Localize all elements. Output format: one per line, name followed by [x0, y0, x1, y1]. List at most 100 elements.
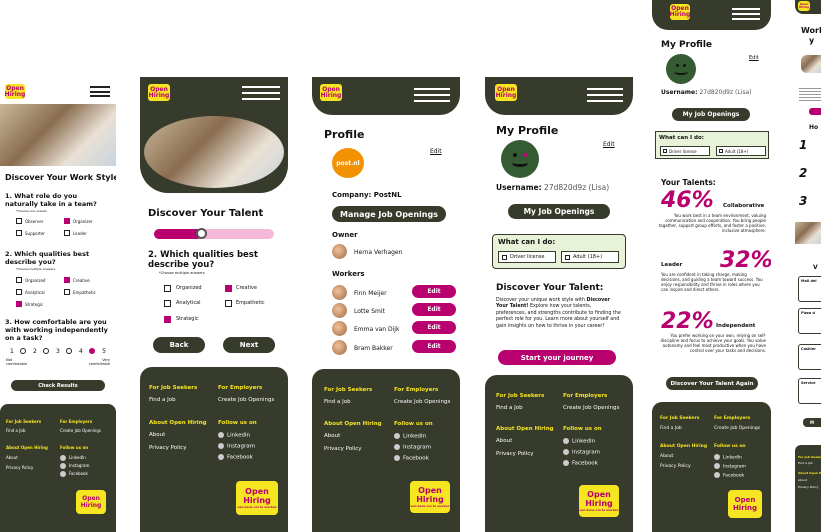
q1-observer-checkbox[interactable] [16, 218, 22, 224]
user-avatar[interactable] [666, 54, 696, 84]
menu-icon[interactable] [242, 86, 280, 100]
radio-1[interactable] [20, 348, 27, 354]
q2-analytical-checkbox[interactable] [16, 289, 22, 295]
footer-facebook[interactable]: Facebook [394, 455, 429, 462]
adult-checkbox[interactable] [719, 149, 723, 153]
page-title-fragment-2: y [809, 36, 815, 45]
footer-instagram[interactable]: Instagram [218, 443, 255, 450]
more-button[interactable]: M [803, 418, 821, 427]
footer-linkedin[interactable]: LinkedIn [218, 432, 250, 439]
footer-facebook[interactable]: Facebook [563, 460, 598, 467]
start-journey-button[interactable]: Start your journey [498, 350, 616, 365]
user-avatar[interactable] [501, 140, 539, 178]
footer-about-link[interactable]: About [149, 432, 165, 438]
q2-empathetic-checkbox[interactable] [64, 289, 70, 295]
pink-cta[interactable] [809, 108, 821, 115]
footer-facebook[interactable]: Facebook [60, 471, 88, 477]
footer-privacy-link[interactable]: Privacy Policy [660, 464, 691, 469]
footer-find-link[interactable]: Find a Job [660, 426, 682, 431]
footer-about-link[interactable]: About [324, 433, 340, 439]
worker-edit-button[interactable]: Edit [412, 321, 456, 334]
strategic-checkbox[interactable] [164, 316, 171, 323]
empathetic-checkbox[interactable] [225, 300, 232, 307]
q1-leader-checkbox[interactable] [64, 230, 70, 236]
footer-facebook[interactable]: Facebook [218, 454, 253, 461]
footer-employers-heading: For Employers [714, 416, 751, 421]
worker-edit-button[interactable]: Edit [412, 303, 456, 316]
driver-checkbox[interactable] [663, 149, 667, 153]
footer-privacy-link[interactable]: Privacy Policy [496, 451, 533, 457]
menu-icon[interactable] [732, 8, 760, 20]
footer-linkedin[interactable]: LinkedIn [714, 454, 742, 461]
q2-organized-checkbox[interactable] [16, 277, 22, 283]
job-card[interactable]: Cashier [798, 344, 821, 370]
analytical-checkbox[interactable] [164, 300, 171, 307]
edit-link[interactable]: Edit [430, 148, 442, 155]
footer-create-link[interactable]: Create Job Openings [563, 405, 619, 411]
footer-about-link[interactable]: About [496, 438, 512, 444]
edit-link[interactable]: Edit [749, 55, 759, 61]
footer-instagram[interactable]: Instagram [563, 449, 600, 456]
brand-logo[interactable]: Open Hiring [320, 84, 342, 101]
brand-logo[interactable]: Open Hiring [495, 84, 517, 101]
menu-icon[interactable] [587, 88, 623, 102]
footer-instagram[interactable]: Instagram [60, 463, 89, 469]
footer-find-link[interactable]: Find a Job [6, 428, 25, 433]
creative-checkbox[interactable] [225, 285, 232, 292]
footer-linkedin[interactable]: LinkedIn [60, 455, 86, 461]
footer-privacy-link[interactable]: Privacy Policy [798, 485, 818, 489]
brand-logo[interactable]: Open Hiring [798, 1, 810, 11]
manage-jobs-button[interactable]: Manage Job Openings [332, 206, 446, 222]
footer-linkedin[interactable]: LinkedIn [394, 433, 426, 440]
my-jobs-button[interactable]: My Job Openings [508, 204, 610, 219]
menu-icon[interactable] [90, 86, 110, 97]
job-card[interactable]: Pizza d [798, 308, 821, 334]
footer-facebook[interactable]: Facebook [714, 472, 744, 479]
footer-about-link[interactable]: About [660, 454, 673, 459]
brand-logo[interactable]: Open Hiring [5, 84, 25, 99]
brand-logo[interactable]: Open Hiring [670, 4, 690, 20]
q2-creative-checkbox[interactable] [64, 277, 70, 283]
menu-icon[interactable] [414, 88, 450, 102]
footer-instagram[interactable]: Instagram [714, 463, 746, 470]
my-jobs-button[interactable]: My Job Openings [672, 108, 750, 121]
footer-create-link[interactable]: Create Job Openings [218, 397, 274, 403]
footer-linkedin[interactable]: LinkedIn [563, 438, 595, 445]
q2-strategic-checkbox[interactable] [16, 301, 22, 307]
brand-logo[interactable]: Open Hiring [148, 84, 170, 101]
edit-link[interactable]: Edit [603, 141, 615, 148]
footer-create-link[interactable]: Create Job Openings [714, 426, 760, 431]
next-button[interactable]: Next [223, 337, 275, 353]
footer-create-link[interactable]: Create Job Openings [394, 399, 450, 405]
footer-about-link[interactable]: About [798, 478, 807, 482]
radio-4[interactable] [89, 348, 96, 354]
back-button[interactable]: Back [153, 337, 205, 353]
footer-instagram[interactable]: Instagram [394, 444, 431, 451]
q1-supporter-checkbox[interactable] [16, 230, 22, 236]
footer-about-link[interactable]: About [6, 455, 18, 460]
radio-2[interactable] [43, 348, 50, 354]
radio-3[interactable] [66, 348, 73, 354]
q2-creative-label: Creative [73, 278, 90, 283]
organized-checkbox[interactable] [164, 285, 171, 292]
footer-create-link[interactable]: Create Job Openings [60, 428, 101, 433]
discover-again-button[interactable]: Discover Your Talent Again [666, 377, 758, 390]
footer-privacy-link[interactable]: Privacy Policy [149, 445, 186, 451]
worker-edit-button[interactable]: Edit [412, 340, 456, 353]
job-card[interactable]: Mail del [798, 276, 821, 302]
footer-find-link[interactable]: Find a Job [149, 397, 176, 403]
progress-knob[interactable] [196, 228, 207, 239]
footer-privacy-link[interactable]: Privacy Policy [6, 465, 33, 470]
footer-find-link[interactable]: Find a Job [798, 461, 813, 465]
driver-checkbox[interactable] [502, 254, 507, 260]
job-card[interactable]: Service [798, 378, 821, 404]
check-results-button[interactable]: Check Results [11, 380, 105, 391]
footer-find-link[interactable]: Find a Job [496, 405, 523, 411]
worker-edit-button[interactable]: Edit [412, 285, 456, 298]
footer-logo: Open Hiring een kans om te werken [579, 485, 619, 517]
adult-checkbox[interactable] [565, 254, 570, 260]
footer-find-link[interactable]: Find a Job [324, 399, 351, 405]
skill-adult: Adult (18+) [716, 146, 766, 156]
q1-organizer-checkbox[interactable] [64, 218, 70, 224]
footer-privacy-link[interactable]: Privacy Policy [324, 446, 361, 452]
